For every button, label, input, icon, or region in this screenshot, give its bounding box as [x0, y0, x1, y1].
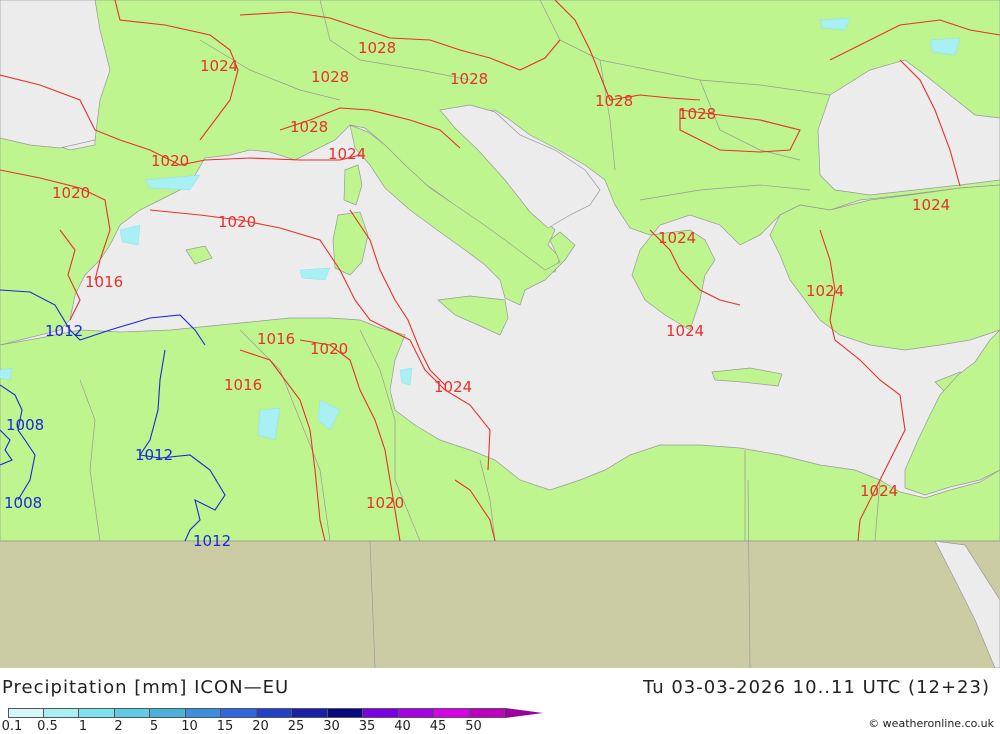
isobar-label: 1008 — [6, 416, 44, 434]
legend-tick-label: 30 — [323, 719, 340, 734]
legend-tick-label: 0.1 — [1, 719, 23, 734]
isobar-label: 1024 — [860, 482, 898, 500]
isobar-label: 1024 — [666, 322, 704, 340]
legend-tick-labels: 0.1 0.5 1 2 5 10 15 20 25 30 35 40 45 50 — [0, 719, 520, 734]
legend-swatch — [79, 708, 115, 718]
isobar-label: 1012 — [135, 446, 173, 464]
isobar-label: 1024 — [806, 282, 844, 300]
legend-swatch — [150, 708, 186, 718]
legend-arrow — [505, 708, 543, 718]
isobar-label: 1024 — [328, 145, 366, 163]
credit-text: © weatheronline.co.uk — [868, 717, 994, 730]
legend-swatch — [434, 708, 470, 718]
legend-tick-label: 2 — [114, 719, 123, 734]
isobar-label: 1020 — [366, 494, 404, 512]
isobar-label: 1028 — [450, 70, 488, 88]
legend-swatch — [185, 708, 221, 718]
legend-tick-label: 25 — [287, 719, 305, 734]
legend-tick-label: 1 — [78, 719, 88, 734]
legend-tick-label: 50 — [465, 719, 482, 734]
legend-tick-label: 45 — [429, 719, 447, 734]
isobar-label: 1024 — [200, 57, 238, 75]
legend-swatch — [469, 708, 505, 718]
isobar-label: 1024 — [658, 229, 696, 247]
legend-swatch — [398, 708, 434, 718]
legend-tick-label: 40 — [394, 719, 411, 734]
legend-swatch — [327, 708, 363, 718]
isobar-label: 1016 — [224, 376, 262, 394]
precipitation-legend — [8, 708, 543, 718]
weather-map: 1024 1028 1028 1028 1028 1028 1028 1020 … — [0, 0, 1000, 668]
isobar-label: 1028 — [678, 105, 716, 123]
isobar-label: 1028 — [311, 68, 349, 86]
isobar-label: 1020 — [310, 340, 348, 358]
isobar-label: 1012 — [193, 532, 231, 550]
isobar-label: 1020 — [52, 184, 90, 202]
valid-time: Tu 03-03-2026 10..11 UTC (12+23) — [642, 677, 990, 698]
isobar-label: 1016 — [85, 273, 123, 291]
isobar-label: 1028 — [358, 39, 396, 57]
legend-tick-label: 15 — [216, 719, 234, 734]
legend-tick-label: 20 — [252, 719, 269, 734]
legend-swatch — [363, 708, 399, 718]
isobar-label: 1024 — [912, 196, 950, 214]
legend-tick-label: 10 — [181, 719, 198, 734]
isobar-label: 1028 — [290, 118, 328, 136]
isobar-label: 1024 — [434, 378, 472, 396]
isobar-label: 1016 — [257, 330, 295, 348]
isobar-label: 1020 — [151, 152, 189, 170]
legend-tick-label: 35 — [358, 719, 376, 734]
isobar-label: 1008 — [4, 494, 42, 512]
legend-swatch — [256, 708, 292, 718]
legend-swatch — [292, 708, 328, 718]
legend-tick-label: 0.5 — [37, 719, 58, 734]
isobar-label: 1028 — [595, 92, 633, 110]
legend-swatch — [43, 708, 79, 718]
isobar-label: 1020 — [218, 213, 256, 231]
legend-swatch — [221, 708, 257, 718]
map-title: Precipitation [mm] ICON—EU — [2, 677, 290, 698]
legend-swatch — [114, 708, 150, 718]
legend-swatch — [8, 708, 44, 718]
legend-tick-label: 5 — [149, 719, 159, 734]
isobar-label: 1012 — [45, 322, 83, 340]
outside-domain — [0, 541, 1000, 668]
